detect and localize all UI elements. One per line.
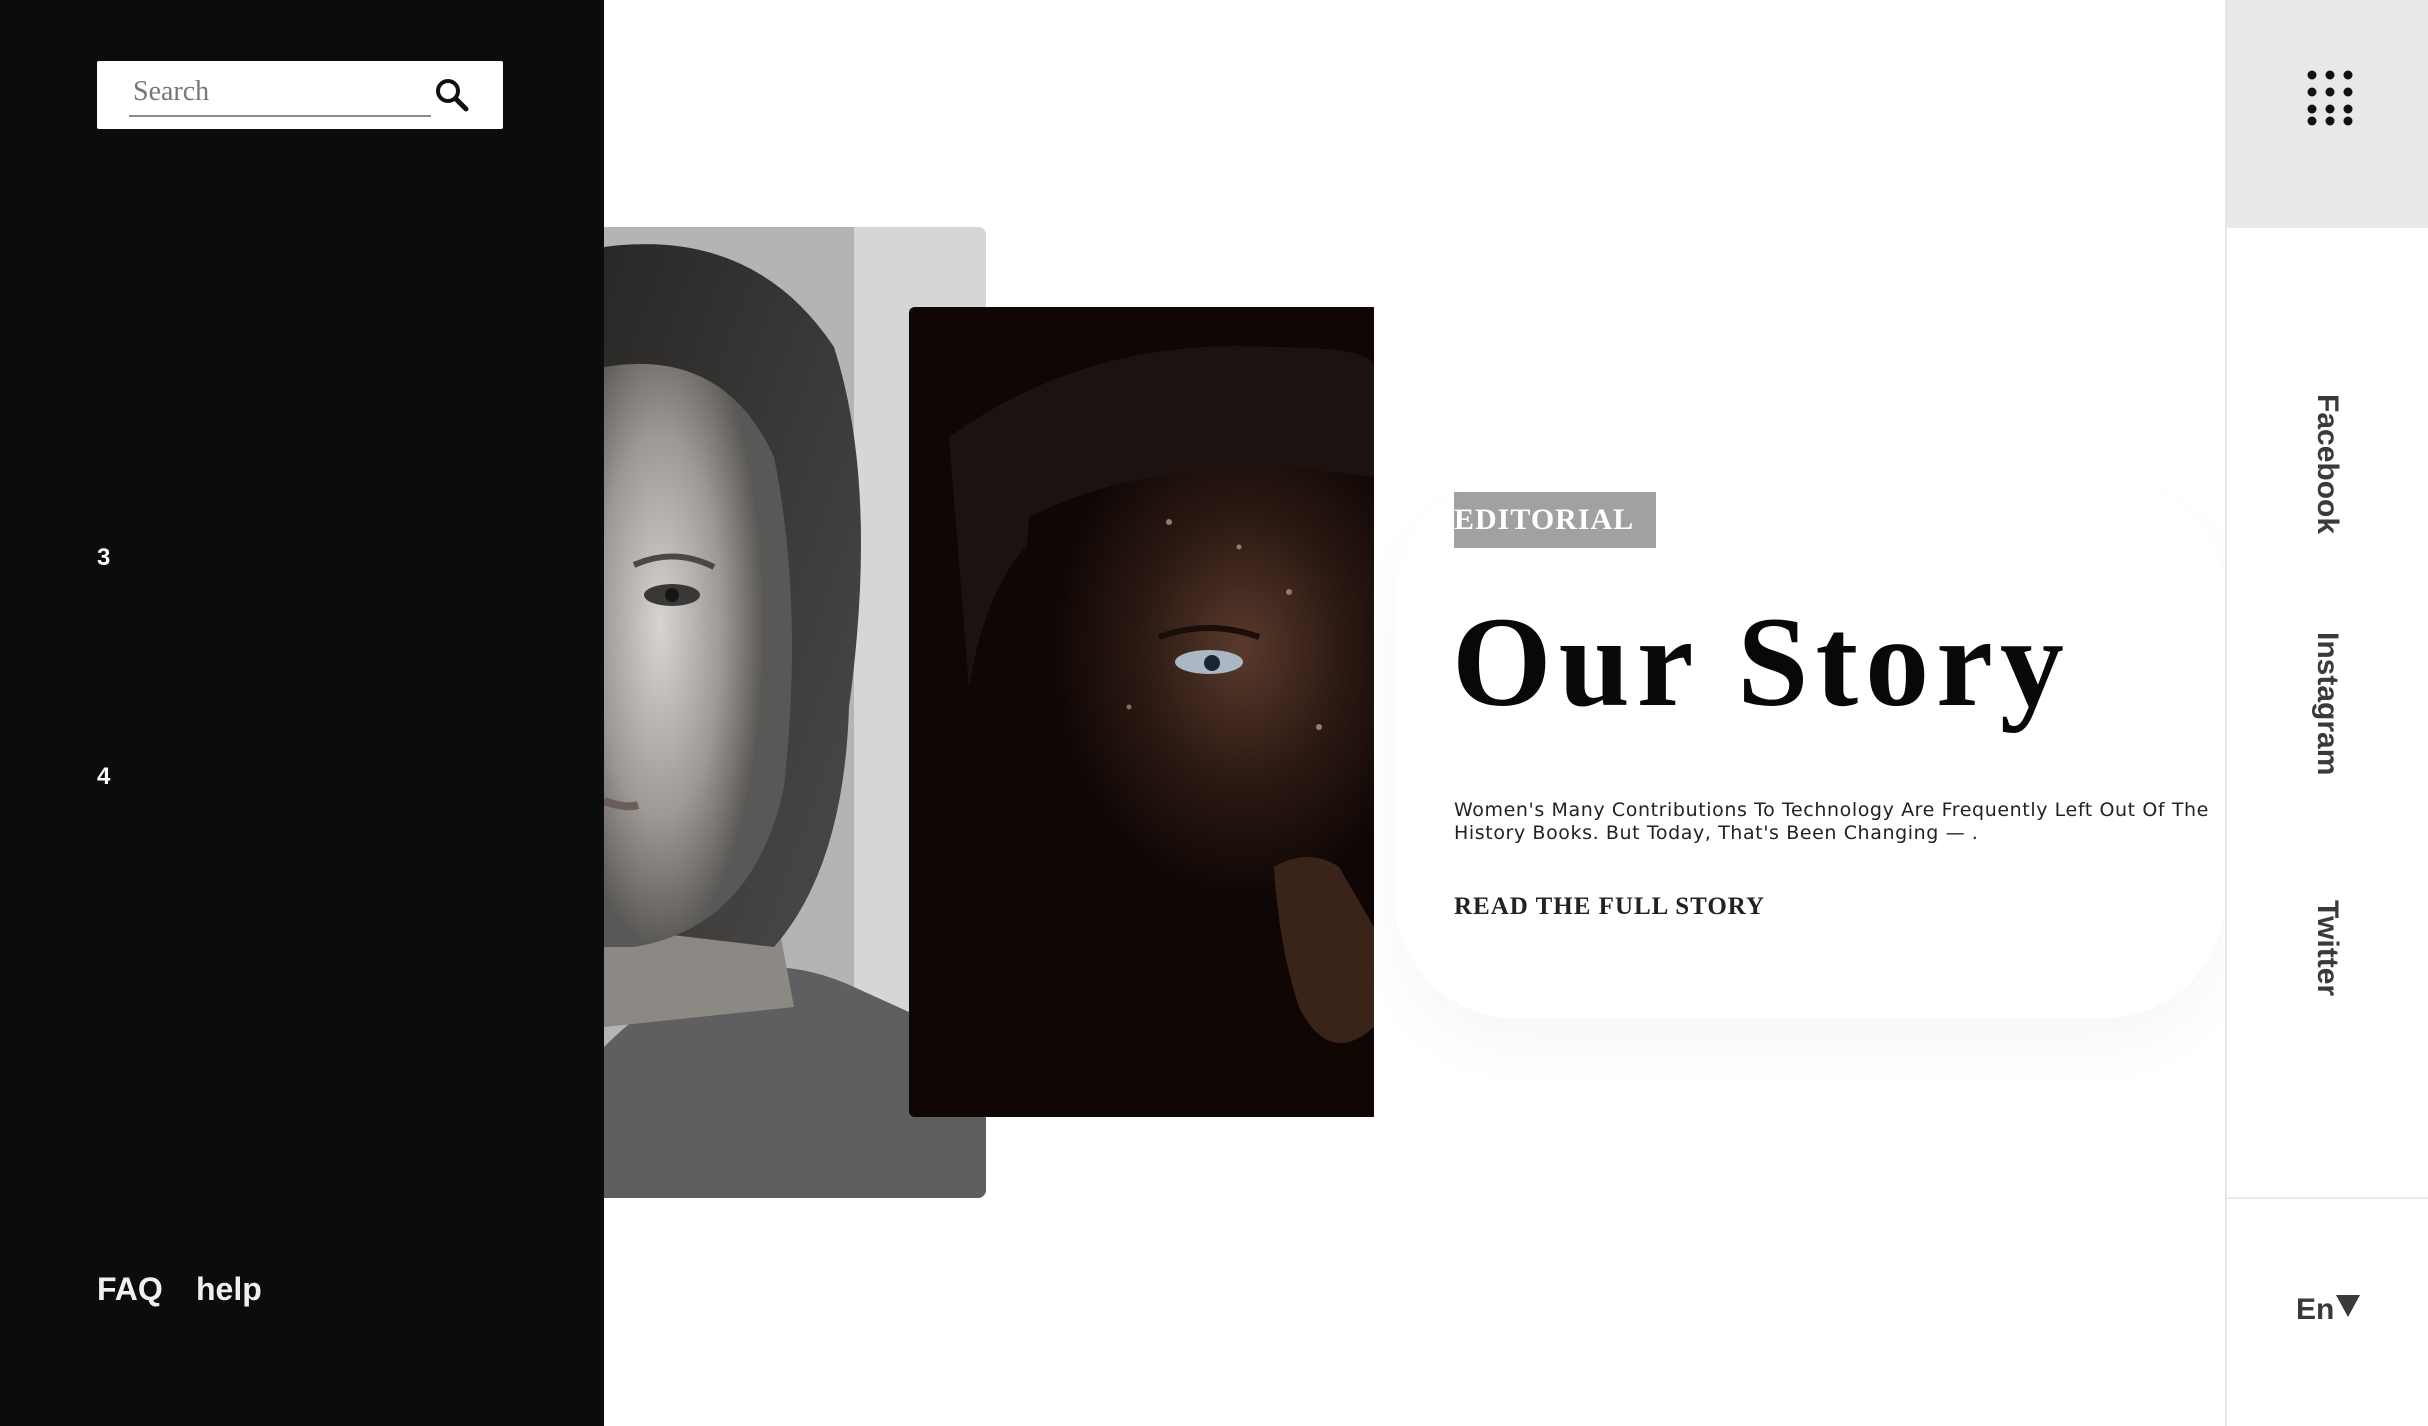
- facebook-link[interactable]: Facebook: [2310, 394, 2344, 534]
- article-description: Women's Many Contributions To Technology…: [1454, 799, 2209, 844]
- search-input[interactable]: [129, 69, 431, 117]
- help-link[interactable]: help: [196, 1271, 262, 1308]
- language-select[interactable]: En: [2296, 1293, 2361, 1327]
- language-label: En: [2296, 1293, 2335, 1326]
- menu-button[interactable]: [2227, 0, 2428, 226]
- grid-menu-icon[interactable]: [2307, 70, 2353, 126]
- portrait-photo-front-image: [909, 307, 1374, 1117]
- read-full-story-link[interactable]: READ THE FULL STORY: [1454, 893, 1765, 921]
- twitter-link[interactable]: Twitter: [2310, 900, 2344, 996]
- category-tag: EDITORIAL: [1454, 492, 1656, 548]
- article-card: [1395, 478, 2225, 1018]
- page-title: Our Story: [1452, 591, 2071, 733]
- instagram-link[interactable]: Instagram: [2310, 632, 2344, 775]
- portrait-photo-front: [909, 307, 1374, 1117]
- sidebar: 3 4 FAQ help: [0, 0, 604, 1426]
- rail-divider: [2227, 1197, 2428, 1199]
- slide-number-4[interactable]: 4: [97, 763, 110, 791]
- rail-divider: [2227, 226, 2428, 228]
- search-icon[interactable]: [432, 75, 472, 115]
- social-rail: Facebook Instagram Twitter En: [2225, 0, 2428, 1426]
- caret-down-icon: [2336, 1295, 2361, 1317]
- slide-number-3[interactable]: 3: [97, 544, 110, 572]
- faq-link[interactable]: FAQ: [97, 1271, 163, 1308]
